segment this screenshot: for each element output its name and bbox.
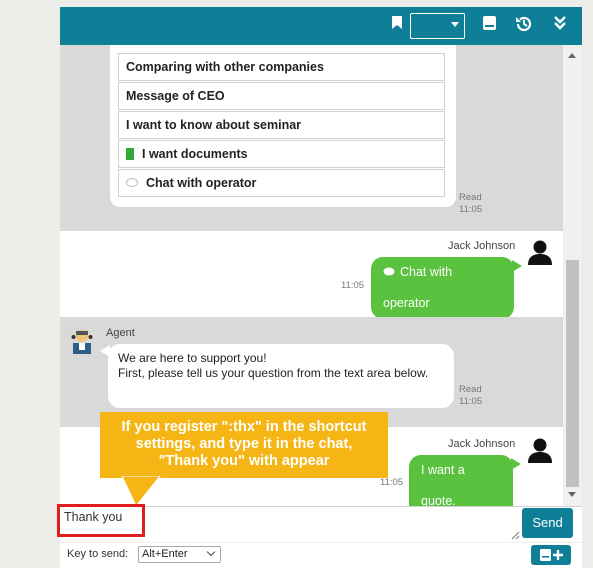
scroll-up-arrow-icon[interactable] [568,53,576,58]
resize-grip-icon[interactable] [510,529,520,540]
chevron-down-icon [206,547,216,557]
input-highlight [57,504,145,537]
speech-bubble-icon [126,178,138,187]
user-message-band: Jack Johnson Chat with operator 11:05 [60,231,563,319]
read-receipt: Read 11:05 [459,192,482,216]
menu-item-comparing[interactable]: Comparing with other companies [118,53,445,81]
callout-line: "Thank you" with appear [158,453,330,469]
agent-name: Agent [106,327,135,339]
agent-message-bubble: We are here to support you! First, pleas… [108,344,454,408]
menu-item-chat-operator[interactable]: Chat with operator [118,169,445,197]
callout-line: settings, and type it in the chat, [135,436,353,452]
menu-item-label: Comparing with other companies [126,60,324,74]
message-line: First, please tell us your question from… [118,365,429,380]
menu-item-seminar[interactable]: I want to know about seminar [118,111,445,139]
menu-item-label: Message of CEO [126,89,225,103]
message-text: I want a quote. [421,463,465,506]
scroll-down-arrow-icon[interactable] [568,492,576,497]
timestamp: 11:05 [459,396,483,407]
collapse-icon[interactable] [549,15,571,37]
user-name: Jack Johnson [448,240,516,252]
bot-message-band: Comparing with other companies Message o… [60,45,563,231]
user-avatar-icon [527,437,553,463]
timestamp: 11:05 [380,477,404,488]
agent-message-band: Agent We are here to support you! First,… [60,317,563,427]
read-receipt: Read 11:05 [459,384,482,408]
add-note-icon [540,549,563,561]
user-avatar-icon [527,239,553,265]
timestamp: 11:05 [459,204,483,215]
menu-item-label: Chat with operator [146,176,257,190]
read-label: Read [459,192,482,203]
menu-item-documents[interactable]: I want documents [118,140,445,168]
read-label: Read [459,384,482,395]
shortcut-callout: If you register ":thx" in the shortcut s… [100,412,388,478]
bubble-tail [512,260,522,272]
chat-scrollbar[interactable] [563,45,582,506]
send-button[interactable]: Send [522,508,573,538]
document-icon [126,148,134,160]
user-name: Jack Johnson [448,438,516,450]
history-icon[interactable] [513,15,535,37]
timestamp: 11:05 [341,280,365,291]
book-icon[interactable] [478,15,500,37]
scroll-thumb[interactable] [566,260,579,487]
user-message-bubble: Chat with operator [371,257,514,319]
bookmark-icon[interactable] [386,15,408,37]
bubble-tail [511,458,521,470]
callout-line: If you register ":thx" in the shortcut [121,419,367,435]
chat-header [60,7,582,45]
menu-item-ceo-message[interactable]: Message of CEO [118,82,445,110]
user-message-bubble: I want a quote. [409,455,513,506]
menu-item-label: I want documents [142,147,248,161]
key-to-send-value: Alt+Enter [142,548,188,560]
message-line: We are here to support you! [118,351,267,365]
add-note-button[interactable] [531,545,571,565]
key-to-send-select[interactable]: Alt+Enter [138,546,221,563]
composer-footer: Key to send: Alt+Enter [60,542,582,568]
key-to-send-label: Key to send: [67,548,129,560]
menu-item-label: I want to know about seminar [126,118,302,132]
menu-card: Comparing with other companies Message o… [110,45,456,207]
chat-bubble-icon [383,267,395,276]
agent-avatar-icon [69,328,95,354]
header-select[interactable] [410,13,465,39]
